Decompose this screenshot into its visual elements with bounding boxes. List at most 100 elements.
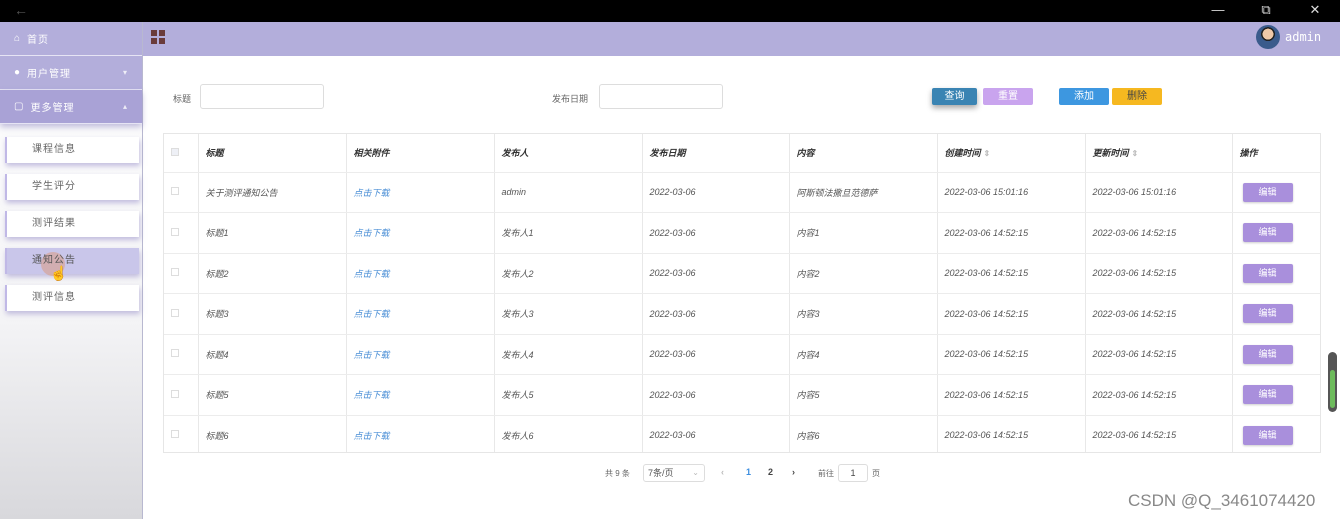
col-header-created-label: 创建时间 — [944, 148, 981, 159]
cell-publish-date: 2022-03-06 — [642, 334, 790, 375]
cell-content: 内容5 — [789, 374, 938, 416]
table-row: 关于测评通知公告 点击下载 admin 2022-03-06 阿斯顿法撒旦范德萨 2022… — [164, 172, 1320, 213]
delete-button[interactable]: 删除 — [1112, 88, 1162, 105]
cell-created: 2022-03-06 14:52:15 — [937, 374, 1086, 416]
cell-attachment-link[interactable]: 点击下载 — [346, 334, 495, 375]
user-icon: ● — [14, 67, 22, 78]
edit-button[interactable]: 编辑 — [1242, 425, 1293, 445]
menu-more-management[interactable]: ▢ 更多管理 ▴ — [0, 90, 142, 124]
date-search-input[interactable] — [599, 84, 723, 109]
menu-home[interactable]: ⌂ 首页 — [0, 22, 142, 56]
sidebar: ⌂ 首页 ● 用户管理 ▾ ▢ 更多管理 ▴ 课程信息 学生评分 测评结果 通知… — [0, 22, 143, 519]
cell-updated: 2022-03-06 15:01:16 — [1085, 172, 1233, 213]
home-icon: ⌂ — [14, 33, 22, 44]
row-checkbox[interactable] — [164, 415, 199, 452]
cell-attachment-link[interactable]: 点击下载 — [346, 212, 495, 254]
prev-page-button[interactable]: ‹ — [721, 467, 724, 477]
cell-updated: 2022-03-06 14:52:15 — [1085, 415, 1233, 452]
table-row: 标题3 点击下载 发布人3 2022-03-06 内容3 2022-03-06 14:52… — [164, 293, 1320, 335]
cell-content: 内容1 — [789, 212, 938, 254]
query-button[interactable]: 查询 — [932, 88, 977, 105]
cell-publish-date: 2022-03-06 — [642, 253, 790, 294]
edit-button[interactable]: 编辑 — [1242, 182, 1293, 202]
col-header-updated-label: 更新时间 — [1092, 148, 1129, 159]
sidebar-item-label: 测评结果 — [32, 218, 76, 229]
cell-publisher: 发布人5 — [494, 374, 643, 416]
sort-icon[interactable]: ⇕ — [984, 149, 991, 158]
reset-button[interactable]: 重置 — [983, 88, 1033, 105]
sidebar-item-eval-info[interactable]: 测评信息 — [5, 285, 139, 311]
page-1-button[interactable]: 1 — [746, 467, 751, 477]
cell-updated: 2022-03-06 14:52:15 — [1085, 334, 1233, 375]
menu-home-label: 首页 — [27, 35, 50, 46]
restore-icon[interactable]: ⧉ — [1251, 0, 1281, 22]
table-header-row: 标题 相关附件 发布人 发布日期 内容 创建时间 ⇕ 更新时间 ⇕ 操作 — [164, 134, 1320, 173]
minimize-icon[interactable]: — — [1203, 0, 1233, 22]
cell-created: 2022-03-06 15:01:16 — [937, 172, 1086, 213]
goto-page-input[interactable]: 1 — [838, 464, 868, 482]
grid-menu-icon[interactable] — [151, 30, 165, 44]
cell-actions: 编辑 — [1232, 212, 1320, 254]
select-all-checkbox[interactable] — [164, 134, 199, 173]
cell-content: 内容2 — [789, 253, 938, 294]
row-checkbox[interactable] — [164, 253, 199, 294]
col-header-updated[interactable]: 更新时间 ⇕ — [1085, 134, 1233, 173]
col-header-content: 内容 — [789, 134, 938, 173]
avatar[interactable] — [1256, 25, 1280, 49]
vertical-scrollbar[interactable] — [1328, 352, 1337, 412]
cell-created: 2022-03-06 14:52:15 — [937, 293, 1086, 335]
cell-actions: 编辑 — [1232, 172, 1320, 213]
arrow-left-icon[interactable]: ← — [14, 2, 28, 18]
sort-icon[interactable]: ⇕ — [1132, 149, 1139, 158]
cell-attachment-link[interactable]: 点击下载 — [346, 293, 495, 335]
cell-attachment-link[interactable]: 点击下载 — [346, 374, 495, 416]
sidebar-item-course-info[interactable]: 课程信息 — [5, 137, 139, 163]
cell-content: 内容3 — [789, 293, 938, 335]
cell-title: 标题3 — [198, 293, 347, 335]
menu-user-management[interactable]: ● 用户管理 ▾ — [0, 56, 142, 90]
cell-created: 2022-03-06 14:52:15 — [937, 415, 1086, 452]
row-checkbox[interactable] — [164, 172, 199, 213]
cell-title: 标题1 — [198, 212, 347, 254]
row-checkbox[interactable] — [164, 334, 199, 375]
cell-publisher: 发布人2 — [494, 253, 643, 294]
edit-button[interactable]: 编辑 — [1242, 344, 1293, 364]
page-size-select[interactable]: 7条/页 ⌄ — [643, 464, 705, 482]
cell-attachment-link[interactable]: 点击下载 — [346, 253, 495, 294]
cell-content: 内容6 — [789, 415, 938, 452]
row-checkbox[interactable] — [164, 212, 199, 254]
cell-publisher: 发布人6 — [494, 415, 643, 452]
next-page-button[interactable]: › — [792, 467, 795, 477]
cell-actions: 编辑 — [1232, 334, 1320, 375]
row-checkbox[interactable] — [164, 374, 199, 416]
cell-updated: 2022-03-06 14:52:15 — [1085, 253, 1233, 294]
cell-actions: 编辑 — [1232, 293, 1320, 335]
cell-content: 阿斯顿法撒旦范德萨 — [789, 172, 938, 213]
title-search-input[interactable] — [200, 84, 324, 109]
title-search-label: 标题 — [173, 94, 192, 104]
edit-button[interactable]: 编辑 — [1242, 263, 1293, 283]
cell-attachment-link[interactable]: 点击下载 — [346, 172, 495, 213]
sidebar-item-eval-result[interactable]: 测评结果 — [5, 211, 139, 237]
pagination-total: 共 9 条 — [605, 469, 630, 478]
sidebar-item-student-score[interactable]: 学生评分 — [5, 174, 139, 200]
data-table: 标题 相关附件 发布人 发布日期 内容 创建时间 ⇕ 更新时间 ⇕ 操作 关于测评通… — [163, 133, 1321, 453]
edit-button[interactable]: 编辑 — [1242, 223, 1293, 243]
table-row: 标题5 点击下载 发布人5 2022-03-06 内容5 2022-03-06 14:52… — [164, 374, 1320, 416]
add-button[interactable]: 添加 — [1059, 88, 1109, 105]
cell-attachment-link[interactable]: 点击下载 — [346, 415, 495, 452]
cell-title: 标题6 — [198, 415, 347, 452]
edit-button[interactable]: 编辑 — [1242, 304, 1293, 324]
cell-publisher: 发布人3 — [494, 293, 643, 335]
col-header-created[interactable]: 创建时间 ⇕ — [937, 134, 1086, 173]
menu-user-management-label: 用户管理 — [27, 69, 72, 80]
username[interactable]: admin — [1285, 30, 1321, 44]
row-checkbox[interactable] — [164, 293, 199, 335]
sidebar-item-notice[interactable]: 通知公告 ☝ — [5, 248, 139, 281]
close-icon[interactable]: ✕ — [1300, 0, 1330, 22]
hand-cursor-icon: ☝ — [50, 265, 69, 281]
date-search-label: 发布日期 — [552, 94, 589, 104]
cell-updated: 2022-03-06 14:52:15 — [1085, 374, 1233, 416]
page-2-button[interactable]: 2 — [768, 467, 773, 477]
edit-button[interactable]: 编辑 — [1242, 385, 1293, 405]
